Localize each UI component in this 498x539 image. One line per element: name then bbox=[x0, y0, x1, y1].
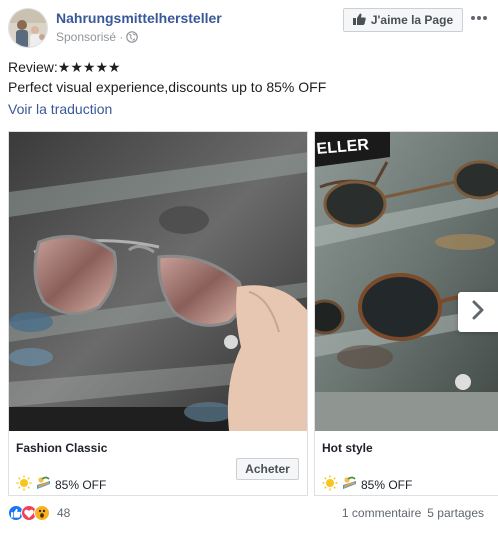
sun-emoji-icon bbox=[16, 475, 32, 494]
reactions-summary[interactable]: 48 bbox=[8, 505, 70, 521]
carousel-card-title: Hot style bbox=[322, 441, 373, 455]
product-carousel: Fashion Classic 85% OFF Acheter ELLER Ho… bbox=[8, 131, 498, 497]
product-photo[interactable]: ELLER bbox=[315, 132, 498, 431]
thumbs-up-icon bbox=[352, 13, 366, 28]
sponsored-label[interactable]: Sponsorisé · bbox=[56, 30, 123, 44]
sponsored-row: Sponsorisé · bbox=[56, 30, 139, 44]
sunbathing-emoji-icon bbox=[35, 475, 52, 494]
chevron-right-icon bbox=[471, 300, 485, 325]
shares-count-link[interactable]: 5 partages bbox=[427, 506, 484, 520]
comments-count-link[interactable]: 1 commentaire bbox=[342, 506, 421, 520]
post-text-line-2: Perfect visual experience,discounts up t… bbox=[8, 79, 327, 95]
sun-emoji-icon bbox=[322, 475, 338, 494]
reaction-count[interactable]: 48 bbox=[57, 506, 70, 520]
post-text-line-1: Review:★★★★★ bbox=[8, 59, 121, 75]
post-text: Review:★★★★★ Perfect visual experience,d… bbox=[8, 57, 326, 97]
sunbathing-emoji-icon bbox=[341, 475, 358, 494]
globe-icon bbox=[126, 31, 139, 43]
like-page-label: J'aime la Page bbox=[370, 13, 454, 27]
carousel-card-subtitle-text: 85% OFF bbox=[361, 477, 413, 492]
carousel-next-button[interactable] bbox=[458, 292, 498, 332]
buy-button[interactable]: Acheter bbox=[236, 458, 299, 480]
carousel-card-subtitle: 85% OFF bbox=[16, 475, 106, 494]
page-avatar[interactable] bbox=[8, 8, 48, 48]
carousel-card[interactable]: Fashion Classic 85% OFF Acheter bbox=[8, 131, 308, 496]
carousel-card-title: Fashion Classic bbox=[16, 441, 108, 455]
carousel-card-subtitle-text: 85% OFF bbox=[55, 477, 107, 492]
wow-reaction-icon bbox=[34, 505, 50, 521]
ad-post-card: Nahrungsmittelhersteller Sponsorisé · J'… bbox=[0, 0, 498, 539]
post-footer: 48 1 commentaire 5 partages bbox=[8, 505, 484, 527]
like-page-button[interactable]: J'aime la Page bbox=[343, 8, 463, 32]
more-horizontal-icon[interactable] bbox=[470, 8, 488, 26]
carousel-card-subtitle: 85% OFF bbox=[322, 475, 412, 494]
page-name-link[interactable]: Nahrungsmittelhersteller bbox=[56, 10, 222, 26]
product-photo[interactable] bbox=[9, 132, 307, 431]
see-translation-link[interactable]: Voir la traduction bbox=[8, 101, 112, 117]
engagement-counts: 1 commentaire 5 partages bbox=[342, 506, 484, 520]
